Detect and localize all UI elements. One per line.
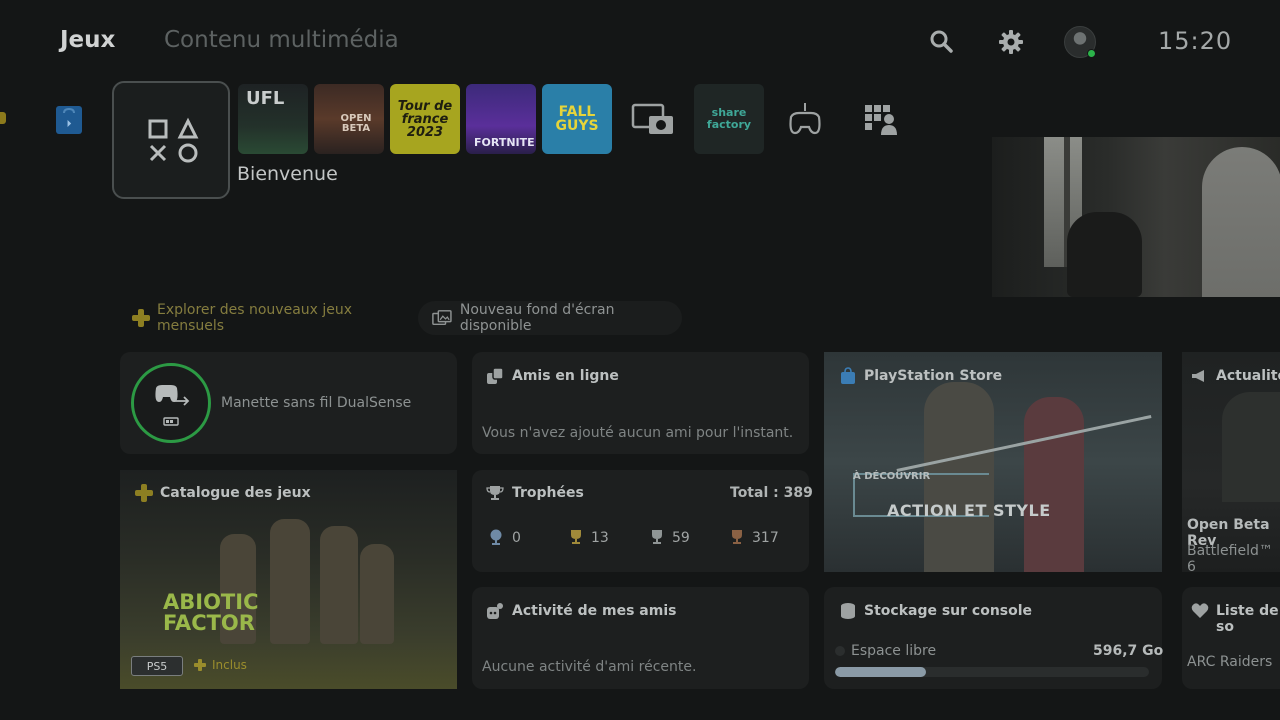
silver-count: 59 (672, 530, 690, 546)
news-art-soldier (1222, 392, 1280, 502)
heart-icon (1191, 603, 1209, 618)
abiotic-logo-line1: ABIOTIC (163, 590, 259, 614)
search-icon[interactable] (928, 28, 956, 56)
inclus-plus-icon (194, 659, 206, 671)
game-tile-ufl[interactable]: UFL (238, 84, 308, 154)
catalog-figure-4 (360, 544, 394, 644)
new-wallpaper-banner[interactable]: Nouveau fond d'écran disponible (418, 301, 682, 335)
playstation-store-tile-icon[interactable]: ⏵ (56, 106, 82, 134)
activity-icon (487, 603, 503, 619)
wishlist-item: ARC Raiders (1187, 654, 1273, 670)
controller-icon (789, 103, 821, 135)
bronze-count: 317 (752, 530, 779, 546)
gold-count: 13 (591, 530, 609, 546)
abiotic-logo-line2: FACTOR (163, 611, 255, 635)
platinum-trophy-icon (490, 529, 502, 545)
megaphone-icon (1192, 370, 1204, 382)
friends-icon (487, 367, 504, 384)
svg-text:⏵: ⏵ (67, 119, 72, 130)
free-space-value: 596,7 Go (1093, 643, 1164, 659)
grid-person-icon (865, 105, 897, 135)
store-artwork (824, 352, 1162, 572)
storage-title: Stockage sur console (864, 603, 1033, 619)
platinum-count: 0 (512, 530, 521, 546)
hero-background-art (992, 137, 1280, 297)
store-title: PlayStation Store (864, 368, 1003, 384)
game-tile-fall-guys[interactable]: FALL GUYS (542, 84, 612, 154)
game-library-tile[interactable] (770, 84, 840, 154)
share-factory-tile[interactable]: share factory (694, 84, 764, 154)
storage-progress-bar (835, 667, 1149, 677)
game-base-tile[interactable] (846, 84, 916, 154)
tab-games[interactable]: Jeux (60, 27, 115, 53)
free-space-label: Espace libre (851, 643, 937, 659)
catalog-title: Catalogue des jeux (160, 485, 311, 501)
included-label: Inclus (212, 658, 247, 672)
silver-trophy-icon (652, 530, 662, 544)
wallpaper-icon (432, 310, 452, 326)
activity-title: Activité de mes amis (512, 603, 677, 619)
scroll-edge-marker (0, 112, 6, 124)
hero-person (1202, 147, 1280, 297)
online-status-dot (1087, 49, 1096, 58)
welcome-hub-tile[interactable] (112, 81, 230, 199)
catalog-figure-3 (320, 526, 358, 644)
store-bag-icon (841, 367, 855, 384)
open-beta-text: OPEN BETA (340, 113, 372, 134)
fortnite-logo-text: FORTNITE (474, 136, 535, 149)
game-tile-tour-de-france[interactable]: Tour de france 2023 (390, 84, 460, 154)
ps-plus-icon (132, 309, 150, 327)
trophy-icon (486, 486, 504, 500)
trophies-total: Total : 389 (730, 485, 813, 501)
news-subline: Battlefield™ 6 (1187, 543, 1273, 575)
clock: 15:20 (1158, 27, 1233, 55)
ps-logo-icon: ⏵ (63, 107, 75, 130)
wallpaper-banner-text: Nouveau fond d'écran disponible (459, 302, 615, 334)
bronze-trophy-icon (732, 530, 742, 544)
game-tile-battlefield-open-beta[interactable]: OPEN BETA (314, 84, 384, 154)
store-promo-kicker: À DÉCOUVRIR (853, 471, 931, 482)
gear-icon[interactable] (997, 28, 1025, 56)
store-promo-headline: ACTION ET STYLE (887, 501, 1051, 520)
friends-text: Vous n'avez ajouté aucun ami pour l'inst… (482, 425, 794, 441)
storage-icon (841, 603, 855, 619)
news-title: Actualités (1216, 368, 1280, 384)
controller-battery-ring (131, 363, 211, 443)
controller-label: Manette sans fil DualSense (221, 395, 412, 411)
free-space-legend-dot (835, 646, 845, 656)
catalog-plus-icon (135, 484, 153, 502)
trophies-title: Trophées (512, 485, 584, 501)
plus-monthly-games-banner[interactable]: Explorer des nouveaux jeux mensuels (118, 301, 408, 335)
ufl-logo-text: UFL (246, 88, 285, 109)
tab-media[interactable]: Contenu multimédia (164, 27, 399, 53)
ps5-badge: PS5 (131, 656, 183, 676)
media-gallery-tile[interactable] (618, 84, 688, 154)
catalog-figure-2 (270, 519, 310, 644)
abiotic-factor-logo: ABIOTIC FACTOR (163, 592, 258, 634)
plus-banner-text: Explorer des nouveaux jeux mensuels (157, 302, 353, 334)
share-factory-logo-text: share factory (706, 105, 752, 131)
friends-title: Amis en ligne (512, 368, 619, 384)
storage-progress-fill (835, 667, 927, 677)
wishlist-title: Liste de so (1216, 603, 1279, 635)
gold-trophy-icon (571, 530, 581, 544)
store-art-figure-b (1024, 397, 1084, 572)
tour-de-france-logo-text: Tour de france 2023 (397, 98, 453, 140)
camera-gallery-icon (631, 103, 673, 134)
fall-guys-logo-text: FALL GUYS (555, 104, 599, 134)
welcome-label: Bienvenue (237, 163, 338, 185)
activity-text: Aucune activité d'ami récente. (482, 659, 697, 675)
game-tile-fortnite[interactable]: FORTNITE (466, 84, 536, 154)
hero-chair (1067, 212, 1142, 297)
top-bar: Jeux Contenu multimédia 15:20 (0, 0, 1280, 84)
dualsense-usb-icon (155, 385, 190, 426)
included-badge: Inclus (194, 658, 247, 672)
playstation-shapes-icon (148, 117, 199, 163)
